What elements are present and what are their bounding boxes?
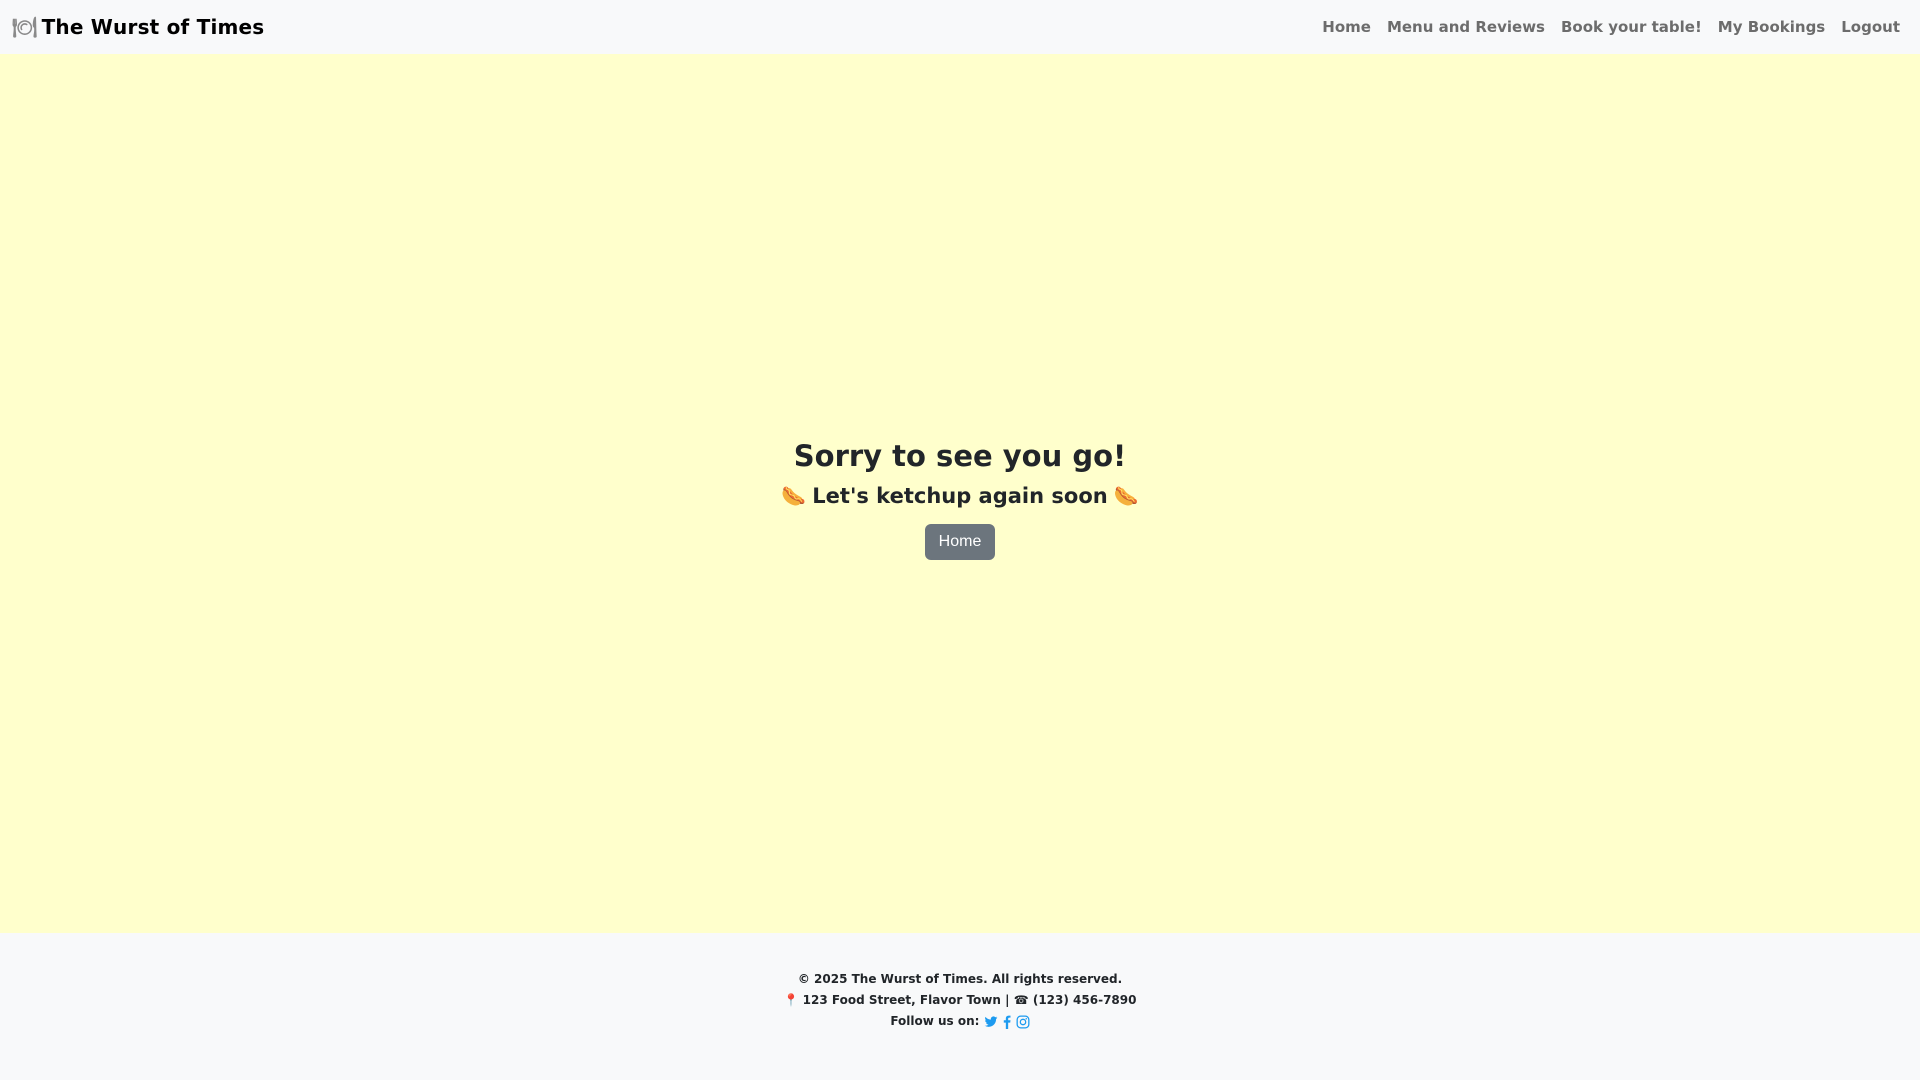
page-title: Sorry to see you go! <box>793 439 1127 473</box>
nav-link-book-your-table[interactable]: Book your table! <box>1561 18 1702 36</box>
facebook-icon[interactable] <box>1002 1015 1012 1029</box>
nav-link-logout[interactable]: Logout <box>1841 18 1900 36</box>
plate-icon: 🍽 <box>12 15 38 39</box>
address: 123 Food Street, Flavor Town <box>802 993 1001 1007</box>
separator: | <box>1005 993 1010 1007</box>
goodbye-message: Sorry to see you go! 🌭 Let's ketchup aga… <box>0 438 1920 560</box>
follow-label: Follow us on: <box>890 1014 980 1028</box>
social-links <box>984 1015 1030 1029</box>
map-pin-icon: 📍 <box>783 993 799 1007</box>
main-content: Sorry to see you go! 🌭 Let's ketchup aga… <box>0 54 1920 933</box>
contact-line: 📍 123 Food Street, Flavor Town | ☎ (123)… <box>0 990 1920 1011</box>
hotdog-icon: 🌭 <box>1113 484 1139 508</box>
phone: (123) 456-7890 <box>1032 993 1137 1007</box>
instagram-icon[interactable] <box>1016 1015 1030 1029</box>
nav-link-my-bookings[interactable]: My Bookings <box>1718 18 1825 36</box>
home-button[interactable]: Home <box>924 524 996 560</box>
phone-icon: ☎ <box>1013 993 1029 1007</box>
subheading: 🌭 Let's ketchup again soon 🌭 <box>0 482 1920 510</box>
hotdog-icon: 🌭 <box>781 484 807 508</box>
subheading-text: Let's ketchup again soon <box>812 484 1108 508</box>
copyright: © 2025 The Wurst of Times. All rights re… <box>797 972 1123 986</box>
brand[interactable]: 🍽 The Wurst of Times <box>12 15 264 39</box>
follow-line: Follow us on: <box>0 1011 1920 1032</box>
twitter-icon[interactable] <box>984 1015 998 1029</box>
nav-link-menu-and-reviews[interactable]: Menu and Reviews <box>1387 18 1545 36</box>
brand-title: The Wurst of Times <box>41 15 265 39</box>
nav-links: Home Menu and Reviews Book your table! M… <box>1322 18 1908 36</box>
navbar: 🍽 The Wurst of Times Home Menu and Revie… <box>0 0 1920 54</box>
nav-link-home[interactable]: Home <box>1322 18 1371 36</box>
footer: © 2025 The Wurst of Times. All rights re… <box>0 933 1920 1080</box>
